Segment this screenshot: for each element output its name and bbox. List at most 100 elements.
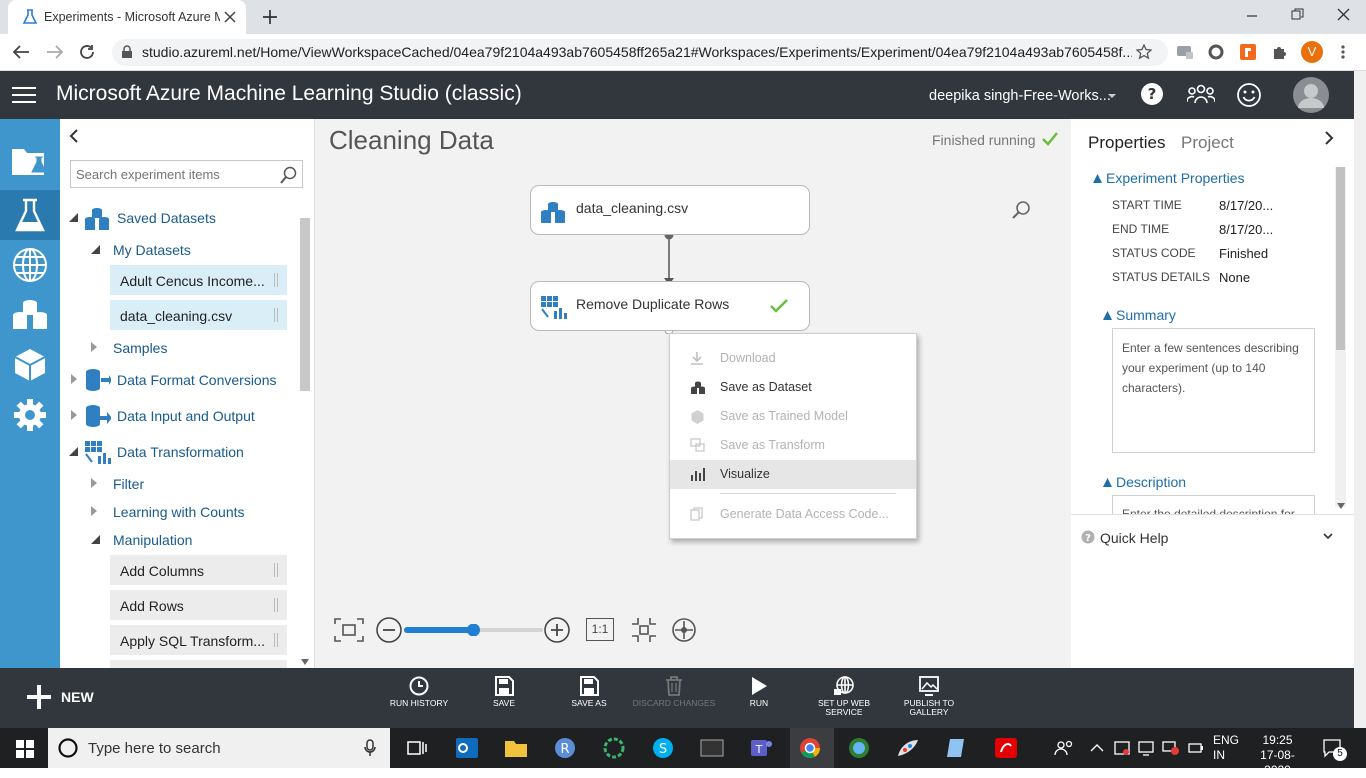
canvas-search-icon[interactable] [1011, 200, 1031, 220]
expanded-arrow-icon[interactable] [1103, 478, 1112, 487]
collapsed-arrow-icon[interactable] [91, 342, 97, 352]
green-circle-app-icon[interactable] [601, 736, 627, 760]
experiment-properties-heading[interactable]: Experiment Properties [1106, 170, 1245, 186]
paint-icon[interactable] [895, 736, 921, 760]
file-explorer-icon[interactable] [503, 736, 529, 760]
node-remove-duplicate-rows[interactable]: Remove Duplicate Rows [530, 281, 810, 331]
people-icon[interactable] [1052, 736, 1078, 760]
palette-item-add-rows[interactable]: Add Rows [110, 590, 287, 620]
zoom-in-icon[interactable] [543, 616, 571, 644]
properties-scrollbar[interactable] [1335, 167, 1346, 507]
restore-icon[interactable] [1291, 8, 1304, 21]
forward-icon[interactable] [46, 44, 64, 60]
feedback-smiley-icon[interactable] [1236, 82, 1262, 108]
nav-datasets[interactable] [0, 290, 60, 340]
user-avatar[interactable] [1293, 77, 1329, 113]
menu-item-save-as-transform[interactable]: Save as Transform [670, 431, 916, 460]
help-icon[interactable]: ? [1140, 82, 1164, 106]
drag-handle-icon[interactable] [274, 308, 278, 322]
task-view-icon[interactable] [405, 736, 431, 760]
microphone-icon[interactable] [364, 739, 376, 757]
drag-handle-icon[interactable] [274, 563, 278, 577]
hamburger-menu-icon[interactable] [12, 87, 36, 103]
drag-handle-icon[interactable] [274, 273, 278, 287]
minimize-icon[interactable] [1246, 10, 1258, 22]
drag-handle-icon[interactable] [274, 598, 278, 612]
new-button[interactable]: NEW [26, 684, 94, 710]
tree-my-datasets[interactable]: My Datasets [113, 242, 191, 258]
tree-learning-with-counts[interactable]: Learning with Counts [113, 504, 245, 520]
publish-to-gallery-button[interactable]: PUBLISH TO GALLERY [887, 676, 971, 717]
tree-saved-datasets[interactable]: Saved Datasets [117, 210, 216, 226]
r-app-icon[interactable]: R [552, 736, 578, 760]
extension-cast-icon[interactable] [1176, 44, 1194, 60]
tray-expand-icon[interactable] [1090, 743, 1104, 753]
chevron-down-icon[interactable] [1107, 93, 1117, 99]
menu-item-save-as-trained-model[interactable]: Save as Trained Model [670, 402, 916, 431]
tray-app-icon[interactable] [1114, 740, 1130, 756]
collapse-properties-icon[interactable] [1324, 131, 1334, 145]
expanded-arrow-icon[interactable] [1103, 311, 1112, 320]
run-button[interactable]: RUN [717, 676, 801, 708]
expanded-arrow-icon[interactable] [1093, 174, 1102, 183]
nav-experiments[interactable] [0, 190, 60, 240]
clock[interactable]: 19:25 17-08-2020 [1250, 733, 1305, 778]
reload-icon[interactable] [78, 43, 96, 61]
tree-data-format-conversions[interactable]: Data Format Conversions [117, 372, 277, 388]
windows-start-icon[interactable] [16, 740, 34, 758]
collapsed-arrow-icon[interactable] [71, 410, 77, 420]
workspace-selector[interactable]: deepika singh-Free-Works... [929, 88, 1111, 104]
teams-icon[interactable]: T [748, 736, 774, 760]
terminal-icon[interactable] [699, 736, 725, 760]
save-button[interactable]: SAVE [462, 676, 546, 708]
tab-project[interactable]: Project [1181, 133, 1234, 153]
summary-textarea[interactable]: Enter a few sentences describing your ex… [1112, 328, 1315, 453]
battery-icon[interactable] [1188, 742, 1204, 754]
tab-properties[interactable]: Properties [1088, 133, 1165, 153]
description-textarea[interactable]: Enter the detailed description for [1112, 495, 1315, 514]
pan-icon[interactable] [671, 617, 697, 643]
outlook-icon[interactable] [454, 736, 480, 760]
collapsed-arrow-icon[interactable] [91, 478, 97, 488]
palette-scrollbar-thumb[interactable] [300, 218, 310, 391]
chevron-down-icon[interactable] [1323, 533, 1333, 540]
chrome-icon[interactable] [797, 736, 823, 760]
expanded-arrow-icon[interactable] [69, 213, 78, 222]
menu-item-save-as-dataset[interactable]: Save as Dataset [670, 373, 916, 402]
notepad-icon[interactable] [944, 736, 970, 760]
menu-item-download[interactable]: Download [670, 344, 916, 373]
description-heading[interactable]: Description [1116, 474, 1186, 490]
extension-circle-icon[interactable] [1208, 44, 1224, 60]
browser-menu-icon[interactable] [1340, 44, 1346, 60]
expanded-arrow-icon[interactable] [91, 245, 100, 254]
run-history-button[interactable]: RUN HISTORY [377, 676, 461, 708]
tree-samples[interactable]: Samples [113, 340, 167, 356]
node-dataset[interactable]: data_cleaning.csv [530, 185, 810, 235]
close-tab-icon[interactable] [224, 11, 236, 23]
airtel-app-icon[interactable] [993, 736, 1019, 760]
tree-data-transformation[interactable]: Data Transformation [117, 444, 244, 460]
language-indicator[interactable]: ENG IN [1213, 733, 1239, 763]
network-globe-app-icon[interactable] [846, 736, 872, 760]
back-icon[interactable] [12, 44, 30, 60]
nav-projects[interactable] [0, 135, 60, 185]
palette-item-apply-sql-transform[interactable]: Apply SQL Transform... [110, 625, 287, 655]
collapsed-arrow-icon[interactable] [91, 506, 97, 516]
zoom-slider[interactable] [404, 624, 543, 636]
profile-avatar[interactable]: V [1301, 41, 1323, 63]
search-input[interactable] [71, 161, 271, 187]
close-window-icon[interactable] [1337, 8, 1350, 21]
menu-item-generate-code[interactable]: Generate Data Access Code... [670, 500, 916, 529]
menu-item-visualize[interactable]: Visualize [670, 460, 916, 489]
save-as-button[interactable]: SAVE AS [547, 676, 631, 708]
taskbar-search[interactable]: Type here to search [48, 728, 390, 768]
browser-tab[interactable]: Experiments - Microsoft Azure M [8, 0, 246, 34]
tree-manipulation[interactable]: Manipulation [113, 532, 192, 548]
display-icon[interactable] [1138, 740, 1154, 756]
network-disconnected-icon[interactable] [1162, 740, 1180, 756]
zoom-to-fit-icon[interactable] [631, 617, 657, 643]
nav-trained-models[interactable] [0, 340, 60, 390]
scroll-down-arrow-icon[interactable] [301, 659, 309, 665]
setup-web-service-button[interactable]: SET UP WEB SERVICE [802, 676, 886, 717]
palette-item-data-cleaning[interactable]: data_cleaning.csv [110, 300, 287, 330]
